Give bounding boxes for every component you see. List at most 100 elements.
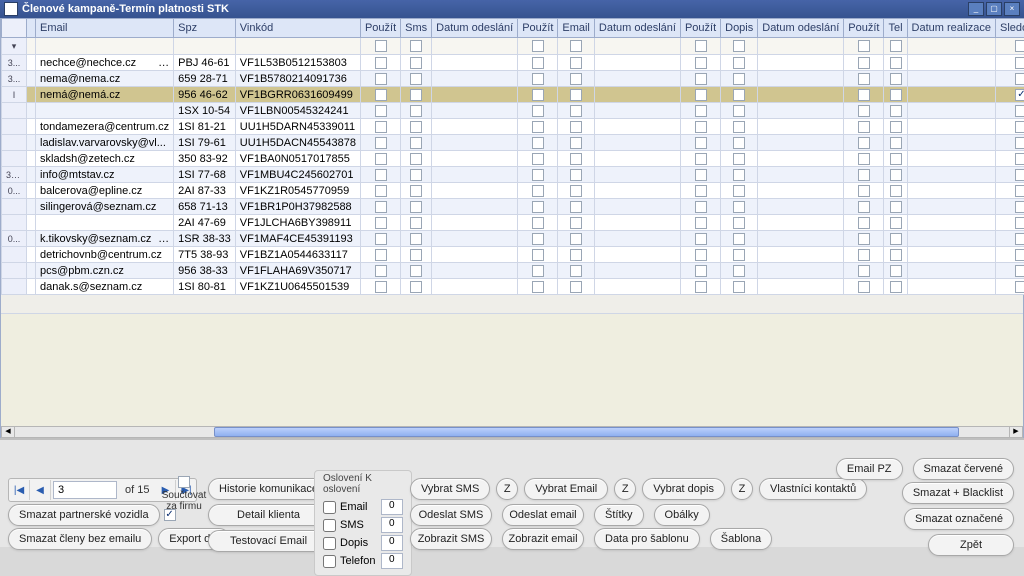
checkbox[interactable] <box>410 281 422 293</box>
checkbox[interactable] <box>570 265 582 277</box>
col-pouzit4[interactable]: Použít <box>844 19 884 38</box>
checkbox[interactable] <box>1015 121 1024 133</box>
envelopes-button[interactable]: Obálky <box>654 504 710 526</box>
maximize-button[interactable]: ▢ <box>986 2 1002 16</box>
checkbox[interactable] <box>695 265 707 277</box>
checkbox[interactable] <box>1015 105 1024 117</box>
table-row[interactable]: 0... k.tikovsky@seznam.cz … 1SR 38-33 VF… <box>2 231 1024 247</box>
cell-spz[interactable]: 1SI 81-21 <box>174 119 236 135</box>
cell-email[interactable]: tondamezera@centrum.cz <box>36 119 174 135</box>
col-sledovat[interactable]: Sledovat <box>996 19 1024 38</box>
checkbox[interactable] <box>858 57 870 69</box>
test-email-button[interactable]: Testovací Email <box>208 530 329 552</box>
checkbox[interactable] <box>410 153 422 165</box>
checkbox[interactable] <box>733 57 745 69</box>
checkbox[interactable] <box>570 233 582 245</box>
scroll-thumb[interactable] <box>214 427 960 437</box>
checkbox[interactable] <box>375 105 387 117</box>
checkbox[interactable] <box>733 217 745 229</box>
checkbox[interactable] <box>532 249 544 261</box>
cell-email[interactable] <box>36 103 174 119</box>
checkbox[interactable] <box>858 233 870 245</box>
checkbox[interactable] <box>695 249 707 261</box>
cell-email[interactable]: nema@nema.cz <box>36 71 174 87</box>
cell-email[interactable]: k.tikovsky@seznam.cz … <box>36 231 174 247</box>
checkbox[interactable] <box>858 169 870 181</box>
cell-spz[interactable]: 1SR 38-33 <box>174 231 236 247</box>
checkbox[interactable] <box>410 201 422 213</box>
cell-vin[interactable]: VF1BGRR0631609499 <box>235 87 360 103</box>
checkbox[interactable] <box>858 217 870 229</box>
checkbox[interactable] <box>375 169 387 181</box>
cell-spz[interactable]: 956 46-62 <box>174 87 236 103</box>
checkbox[interactable] <box>1015 201 1024 213</box>
cell-spz[interactable]: 1SI 80-81 <box>174 279 236 295</box>
checkbox[interactable] <box>532 137 544 149</box>
checkbox[interactable] <box>890 281 902 293</box>
select-email-button[interactable]: Vybrat Email <box>524 478 608 500</box>
checkbox[interactable] <box>695 185 707 197</box>
cell-email[interactable]: detrichovnb@centrum.cz <box>36 247 174 263</box>
checkbox[interactable] <box>695 40 707 52</box>
checkbox[interactable] <box>733 201 745 213</box>
cell-vin[interactable]: VF1BA0N0517017855 <box>235 151 360 167</box>
checkbox[interactable] <box>890 169 902 181</box>
table-row[interactable]: 3... nema@nema.cz 659 28-71 VF1B57802140… <box>2 71 1024 87</box>
checkbox[interactable] <box>375 57 387 69</box>
row-header[interactable] <box>2 151 27 167</box>
close-button[interactable]: × <box>1004 2 1020 16</box>
col-realiz[interactable]: Datum realizace <box>907 19 995 38</box>
col-pre[interactable] <box>27 19 36 38</box>
checkbox[interactable] <box>532 201 544 213</box>
minimize-button[interactable]: _ <box>968 2 984 16</box>
addr-dopis-checkbox[interactable] <box>323 537 336 550</box>
table-row[interactable]: danak.s@seznam.cz 1SI 80-81 VF1KZ1U06455… <box>2 279 1024 295</box>
cell-email[interactable]: balcerova@epline.cz <box>36 183 174 199</box>
checkbox[interactable] <box>858 105 870 117</box>
addr-email-checkbox[interactable] <box>323 501 336 514</box>
checkbox[interactable] <box>733 281 745 293</box>
checkbox[interactable] <box>570 201 582 213</box>
cell-vin[interactable]: VF1BR1P0H37982588 <box>235 199 360 215</box>
checkbox[interactable] <box>410 40 422 52</box>
data-grid[interactable]: Email Spz Vinkód Použít Sms Datum odeslá… <box>1 18 1024 295</box>
table-row[interactable]: 3... nechce@nechce.cz … PBJ 46-61 VF1L53… <box>2 55 1024 71</box>
table-row[interactable]: detrichovnb@centrum.cz 7T5 38-93 VF1BZ1A… <box>2 247 1024 263</box>
communication-history-button[interactable]: Historie komunikace <box>208 478 329 500</box>
table-row[interactable]: skladsh@zetech.cz 350 83-92 VF1BA0N05170… <box>2 151 1024 167</box>
cell-spz[interactable]: PBJ 46-61 <box>174 55 236 71</box>
checkbox[interactable] <box>890 137 902 149</box>
checkbox[interactable] <box>532 233 544 245</box>
checkbox[interactable] <box>1015 185 1024 197</box>
filter-row[interactable]: ▾ <box>2 38 1024 55</box>
cell-vin[interactable]: VF1MBU4C245602701 <box>235 167 360 183</box>
row-header[interactable] <box>2 135 27 151</box>
cell-vin[interactable]: VF1JLCHA6BY398911 <box>235 215 360 231</box>
checkbox[interactable] <box>375 249 387 261</box>
table-row[interactable]: I nemá@nemá.cz 956 46-62 VF1BGRR06316094… <box>2 87 1024 103</box>
select-email-z-button[interactable]: Z <box>614 478 636 500</box>
row-header[interactable] <box>2 103 27 119</box>
checkbox[interactable] <box>890 57 902 69</box>
checkbox[interactable] <box>410 121 422 133</box>
checkbox[interactable] <box>733 137 745 149</box>
checkbox[interactable] <box>858 185 870 197</box>
select-letter-z-button[interactable]: Z <box>731 478 753 500</box>
cell-email[interactable]: pcs@pbm.czn.cz <box>36 263 174 279</box>
checkbox[interactable] <box>890 201 902 213</box>
checkbox[interactable] <box>570 281 582 293</box>
col-odesl2[interactable]: Datum odeslání <box>594 19 680 38</box>
scroll-left-arrow-icon[interactable]: ◀ <box>1 426 15 438</box>
row-header[interactable] <box>2 263 27 279</box>
checkbox[interactable] <box>1015 57 1024 69</box>
delete-red-button[interactable]: Smazat červené <box>913 458 1014 480</box>
cell-vin[interactable]: UU1H5DACN45543878 <box>235 135 360 151</box>
row-header[interactable] <box>2 119 27 135</box>
checkbox[interactable] <box>375 201 387 213</box>
delete-selected-button[interactable]: Smazat označené <box>904 508 1014 530</box>
checkbox[interactable] <box>890 185 902 197</box>
send-sms-button[interactable]: Odeslat SMS <box>410 504 492 526</box>
cell-email[interactable]: skladsh@zetech.cz <box>36 151 174 167</box>
checkbox[interactable] <box>375 73 387 85</box>
checkbox[interactable] <box>410 73 422 85</box>
